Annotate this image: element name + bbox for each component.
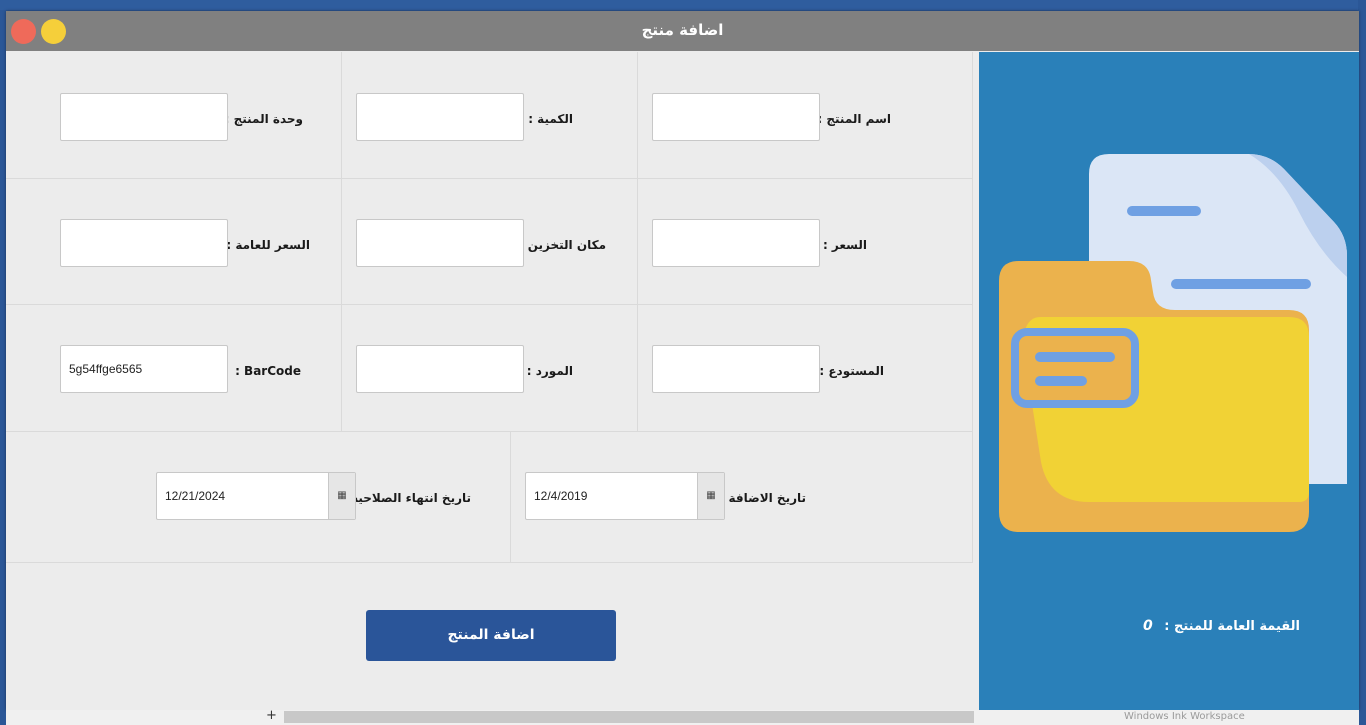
unit-field[interactable] [60, 93, 228, 141]
add-date-value: 12/4/2019 [534, 489, 588, 503]
add-icon[interactable]: + [266, 708, 277, 723]
barcode-field[interactable]: 5g54ffge6565 [60, 345, 228, 393]
expiry-date-value: 12/21/2024 [165, 489, 226, 503]
total-value-label: القيمة العامة للمنتج : [1164, 619, 1300, 634]
supplier-field[interactable] [356, 345, 524, 393]
storage-location-label: مكان التخزين : [518, 238, 606, 252]
price-label: السعر : [822, 238, 867, 252]
calendar-icon[interactable]: ▦ [697, 473, 724, 519]
calendar-icon[interactable]: ▦ [328, 473, 355, 519]
public-price-label: السعر للعامة : [226, 238, 310, 252]
price-field[interactable] [652, 219, 820, 267]
public-price-field[interactable] [60, 219, 228, 267]
product-form: اسم المنتج : الكمية : وحدة المنتج : السع… [6, 52, 973, 710]
add-product-window: اضافة منتج اسم المنتج : الكمية : وحدة ال… [6, 11, 1359, 710]
side-panel: القيمة العامة للمنتج : 0 [979, 52, 1359, 710]
add-date-picker[interactable]: 12/4/2019 ▦ [525, 472, 725, 520]
warehouse-label: المستودع : [819, 364, 884, 378]
supplier-label: المورد : [526, 364, 573, 378]
add-date-label: تاريخ الاضافة : [719, 491, 806, 505]
expiry-date-picker[interactable]: 12/21/2024 ▦ [156, 472, 356, 520]
quantity-field[interactable] [356, 93, 524, 141]
titlebar: اضافة منتج [6, 11, 1359, 51]
expiry-date-label: تاريخ انتهاء الصلاحية : [342, 491, 471, 505]
window-title: اضافة منتج [641, 21, 724, 39]
folder-document-icon [999, 154, 1347, 532]
total-value: 0 [1143, 618, 1153, 634]
barcode-label: BarCode : [235, 364, 301, 378]
product-name-label: اسم المنتج : [817, 112, 891, 126]
quantity-label: الكمية : [528, 112, 573, 126]
add-product-button[interactable]: اضافة المنتج [366, 610, 616, 661]
status-bar: + Windows Ink Workspace [6, 708, 1359, 725]
horizontal-scrollbar[interactable] [284, 711, 974, 723]
storage-location-field[interactable] [356, 219, 524, 267]
warehouse-field[interactable] [652, 345, 820, 393]
desktop-background [0, 0, 1366, 10]
desktop-edge [1358, 0, 1366, 725]
taskbar-text: Windows Ink Workspace [1124, 711, 1245, 722]
product-name-field[interactable] [652, 93, 820, 141]
unit-label: وحدة المنتج : [224, 112, 303, 126]
